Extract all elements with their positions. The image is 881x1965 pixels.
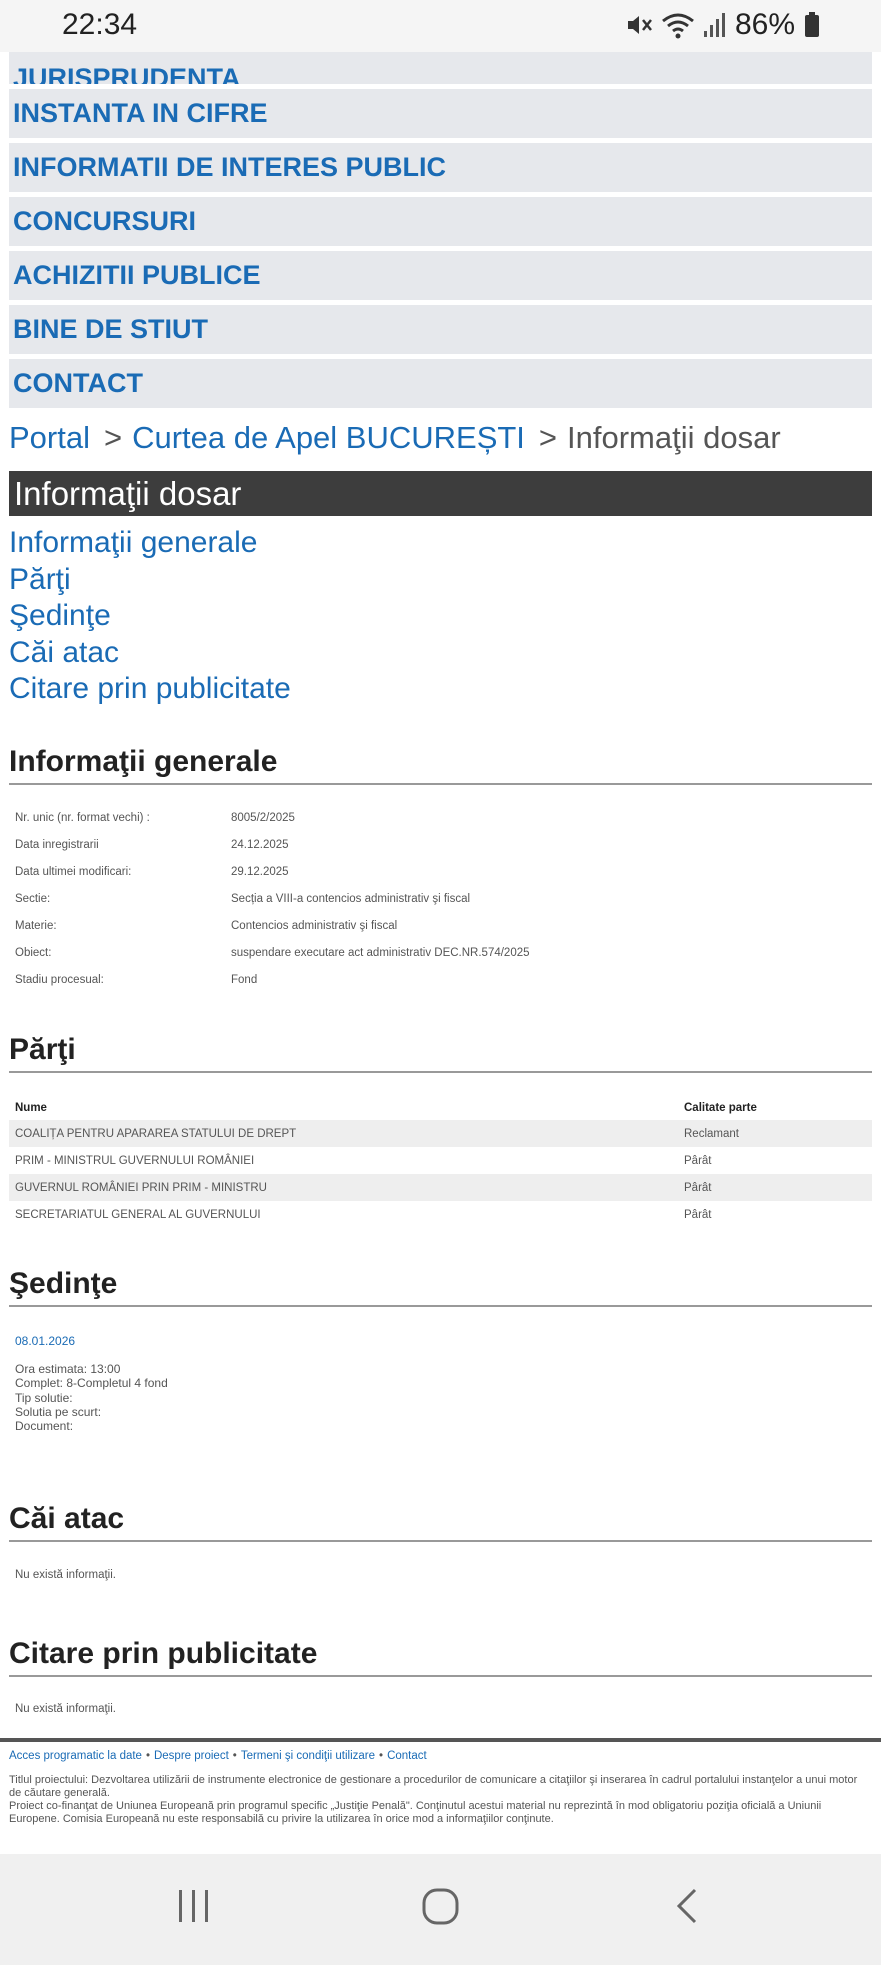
footer-dot: • — [379, 1750, 384, 1762]
table-header-row: Nume Calitate parte — [9, 1096, 872, 1120]
menu-item-contact[interactable]: CONTACT — [9, 359, 872, 408]
battery-level: 86% — [734, 8, 795, 41]
link-sedinte[interactable]: Şedinţe — [9, 598, 291, 635]
menu-item-achizitii-publice[interactable]: ACHIZITII PUBLICE — [9, 251, 872, 300]
section-heading-informatii-generale: Informaţii generale — [9, 745, 872, 785]
wifi-icon — [661, 11, 695, 39]
hearing-detail-line: Solutia pe scurt: — [15, 1404, 102, 1419]
home-icon[interactable] — [421, 1886, 461, 1931]
hearing-details: Ora estimata: 13:00 Complet: 8-Completul… — [15, 1362, 168, 1433]
menu-item-instanta-in-cifre[interactable]: INSTANTA IN CIFRE — [9, 89, 872, 138]
section-heading-citare: Citare prin publicitate — [9, 1637, 872, 1677]
breadcrumb-portal-link[interactable]: Portal — [9, 420, 90, 455]
info-label: Obiect: — [15, 947, 52, 959]
table-row: COALIȚA PENTRU APARAREA STATULUI DE DREP… — [9, 1120, 872, 1147]
info-value: suspendare executare act administrativ D… — [231, 947, 530, 959]
status-time: 22:34 — [62, 8, 138, 41]
info-value: 8005/2/2025 — [231, 812, 295, 824]
footer-link-termeni[interactable]: Termeni şi condiţii utilizare — [241, 1750, 375, 1762]
table-row: GUVERNUL ROMÂNIEI PRIN PRIM - MINISTRU P… — [9, 1174, 872, 1201]
footer-link-despre-proiect[interactable]: Despre proiect — [154, 1750, 229, 1762]
info-value: Secția a VIII-a contencios administrativ… — [231, 893, 471, 905]
page-title: Informaţii dosar — [9, 471, 872, 516]
party-name: PRIM - MINISTRUL GUVERNULUI ROMÂNIEI — [15, 1154, 255, 1167]
breadcrumb-current: Informaţii dosar — [567, 420, 781, 455]
breadcrumb-court-link[interactable]: Curtea de Apel BUCUREȘTI — [132, 420, 525, 455]
breadcrumb: Portal > Curtea de Apel BUCUREȘTI > Informaţ… — [9, 420, 781, 456]
hearing-detail-line: Tip solutie: — [15, 1390, 73, 1405]
footer-links: Acces programatic la date • Despre proiect… — [9, 1750, 427, 1762]
info-value: 29.12.2025 — [231, 866, 289, 878]
status-bar: 22:34 86% — [0, 0, 881, 52]
menu-item-concursuri[interactable]: CONCURSURI — [9, 197, 872, 246]
table-row: SECRETARIATUL GENERAL AL GUVERNULUI Pârâ… — [9, 1201, 872, 1228]
hearing-detail-line: Complet: 8-Completul 4 fond — [15, 1376, 168, 1391]
menu-item-jurisprudenta[interactable]: JURISPRUDENTA — [9, 52, 872, 84]
party-name: SECRETARIATUL GENERAL AL GUVERNULUI — [15, 1208, 261, 1221]
hearing-detail-line: Ora estimata: 13:00 — [15, 1362, 121, 1376]
party-role: Pârât — [684, 1208, 712, 1221]
info-value: Fond — [231, 974, 258, 986]
footer-divider — [0, 1738, 881, 1742]
breadcrumb-separator: > — [538, 420, 558, 455]
main-menu: JURISPRUDENTA INSTANTA IN CIFRE INFORMAT… — [9, 52, 872, 413]
party-role: Pârât — [676, 1174, 872, 1201]
info-label: Data inregistrarii — [15, 839, 99, 851]
menu-item-label: JURISPRUDENTA — [13, 63, 241, 84]
citare-empty-text: Nu există informaţii. — [15, 1703, 116, 1715]
back-icon[interactable] — [673, 1886, 703, 1931]
section-heading-parti: Părţi — [9, 1033, 872, 1073]
footer-funding-note: Proiect co-finanţat de Uniunea Europeană… — [9, 1800, 822, 1825]
menu-item-bine-de-stiut[interactable]: BINE DE STIUT — [9, 305, 872, 354]
mute-icon — [625, 11, 653, 39]
signal-icon — [703, 11, 727, 39]
link-cai-atac[interactable]: Căi atac — [9, 635, 291, 672]
column-header-nume: Nume — [15, 1102, 47, 1114]
party-role: Reclamant — [676, 1120, 872, 1147]
info-label: Sectie: — [15, 893, 51, 905]
cai-atac-empty-text: Nu există informaţii. — [15, 1569, 116, 1581]
recents-icon[interactable] — [176, 1886, 212, 1931]
status-icons: 86% — [625, 8, 821, 42]
footer-dot: • — [232, 1750, 237, 1762]
hearing-date-link[interactable]: 08.01.2026 — [15, 1334, 75, 1348]
hearing-detail-line: Document: — [15, 1419, 74, 1434]
info-label: Data ultimei modificari: — [15, 866, 132, 878]
footer-link-contact[interactable]: Contact — [387, 1750, 427, 1762]
menu-item-informatii-interes-public[interactable]: INFORMATII DE INTERES PUBLIC — [9, 143, 872, 192]
info-label: Stadiu procesual: — [15, 974, 104, 986]
party-name: COALIȚA PENTRU APARAREA STATULUI DE DREP… — [9, 1120, 676, 1147]
table-row: PRIM - MINISTRUL GUVERNULUI ROMÂNIEI Pâr… — [9, 1147, 872, 1174]
column-header-calitate: Calitate parte — [684, 1102, 757, 1114]
section-heading-sedinte: Şedinţe — [9, 1267, 872, 1307]
breadcrumb-separator: > — [103, 420, 123, 455]
parti-table: Nume Calitate parte COALIȚA PENTRU APARA… — [9, 1096, 872, 1228]
link-citare-publicitate[interactable]: Citare prin publicitate — [9, 671, 291, 708]
footer-dot: • — [145, 1750, 150, 1762]
footer-project-title: Titlul proiectului: Dezvoltarea utilizăr… — [9, 1774, 858, 1799]
section-links: Informaţii generale Părţi Şedinţe Căi at… — [9, 525, 291, 708]
info-label: Materie: — [15, 920, 57, 932]
section-heading-cai-atac: Căi atac — [9, 1502, 872, 1542]
system-nav-bar — [0, 1854, 881, 1965]
info-value: Contencios administrativ şi fiscal — [231, 920, 398, 932]
link-informatii-generale[interactable]: Informaţii generale — [9, 525, 291, 562]
party-role: Pârât — [684, 1154, 712, 1167]
footer-link-acces-programatic[interactable]: Acces programatic la date — [9, 1750, 142, 1762]
battery-icon — [803, 11, 821, 39]
party-name: GUVERNUL ROMÂNIEI PRIN PRIM - MINISTRU — [9, 1174, 676, 1201]
link-parti[interactable]: Părţi — [9, 562, 291, 599]
info-value: 24.12.2025 — [231, 839, 289, 851]
footer-text: Titlul proiectului: Dezvoltarea utilizăr… — [9, 1774, 869, 1826]
info-label: Nr. unic (nr. format vechi) : — [15, 812, 150, 824]
